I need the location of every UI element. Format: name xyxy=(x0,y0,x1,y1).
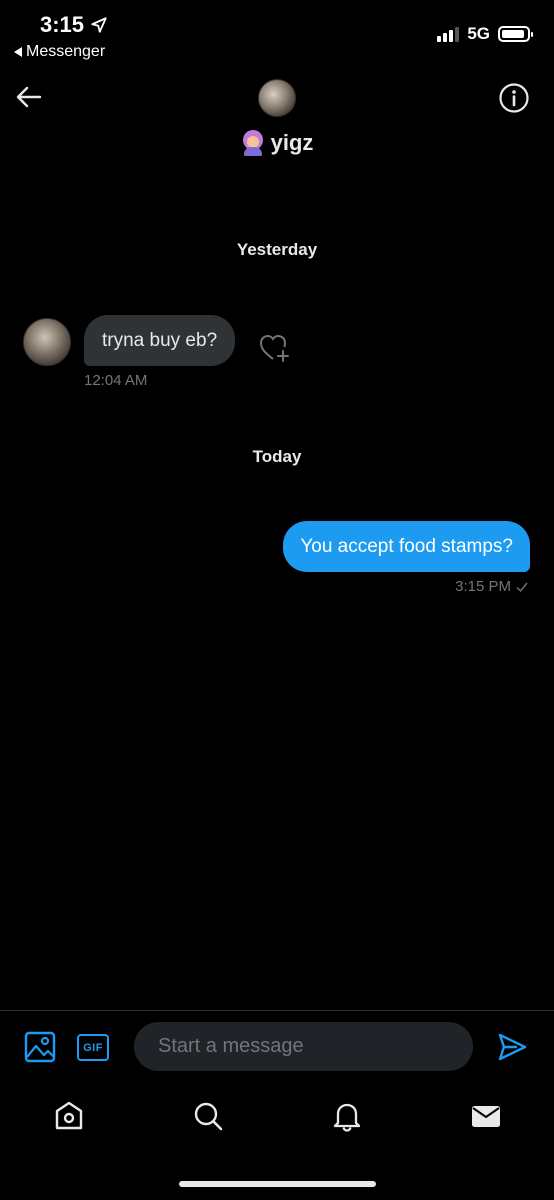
signal-bars-icon xyxy=(437,26,460,42)
image-icon[interactable] xyxy=(24,1031,56,1063)
arrow-left-icon[interactable] xyxy=(14,82,44,112)
back-to-app-link[interactable]: Messenger xyxy=(14,43,105,61)
mail-icon[interactable] xyxy=(470,1100,502,1132)
location-arrow-icon xyxy=(91,17,107,33)
outgoing-message-bubble[interactable]: You accept food stamps? xyxy=(283,521,530,572)
home-icon[interactable] xyxy=(53,1100,85,1132)
contact-name-row[interactable]: yigz xyxy=(0,130,554,156)
back-triangle-icon xyxy=(14,47,22,57)
battery-icon xyxy=(498,26,533,42)
message-timestamp: 12:04 AM xyxy=(84,372,148,389)
info-circle-icon[interactable] xyxy=(498,82,530,114)
send-icon[interactable] xyxy=(496,1031,528,1063)
back-to-app-label: Messenger xyxy=(26,43,106,60)
contact-avatar[interactable] xyxy=(258,79,296,117)
message-text: tryna buy eb? xyxy=(102,329,218,351)
message-text: You accept food stamps? xyxy=(300,535,513,557)
sender-avatar[interactable] xyxy=(23,318,71,366)
day-divider: Yesterday xyxy=(236,240,318,259)
contact-name: yigz xyxy=(270,130,314,155)
heart-add-icon[interactable] xyxy=(258,332,292,364)
status-indicators: 5G xyxy=(437,24,533,44)
status-time: 3:15 xyxy=(40,12,108,38)
incoming-message-bubble[interactable]: tryna buy eb? xyxy=(84,315,236,366)
gif-button[interactable]: GIF xyxy=(77,1034,109,1061)
network-type: 5G xyxy=(467,24,490,43)
search-icon[interactable] xyxy=(192,1100,224,1132)
status-time-text: 3:15 xyxy=(40,12,85,37)
purple-hair-person-emoji xyxy=(241,130,265,156)
gif-label: GIF xyxy=(83,1041,103,1054)
message-status: 3:15 PM xyxy=(455,578,528,595)
day-divider: Today xyxy=(252,447,302,466)
checkmark-icon xyxy=(516,582,528,592)
bell-icon[interactable] xyxy=(331,1100,363,1132)
home-indicator xyxy=(179,1181,376,1187)
message-timestamp: 3:15 PM xyxy=(455,578,511,595)
message-input[interactable] xyxy=(134,1022,473,1071)
